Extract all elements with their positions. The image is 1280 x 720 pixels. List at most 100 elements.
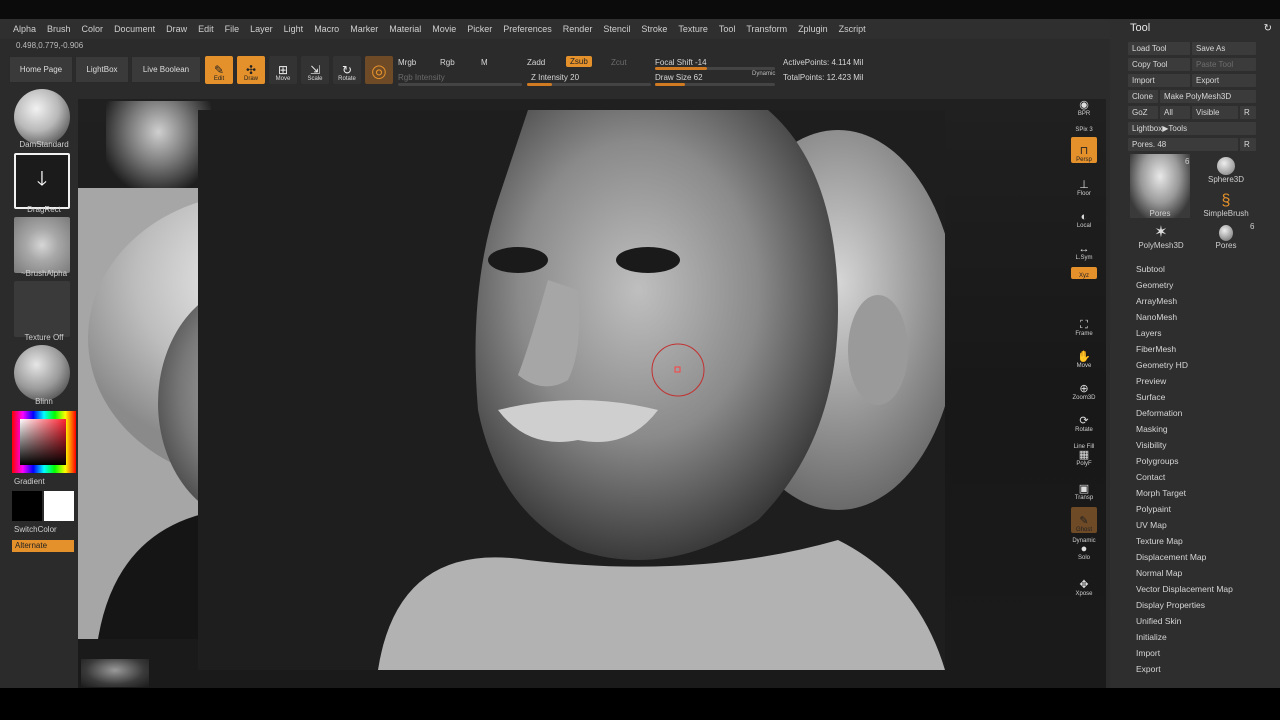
rgb-button[interactable]: Rgb: [440, 58, 455, 67]
goz-r-button[interactable]: R: [1240, 106, 1256, 119]
subpalette-normal-map[interactable]: Normal Map: [1136, 565, 1276, 581]
draw-size-slider[interactable]: Draw Size 62: [655, 73, 703, 82]
rgb-intensity-track[interactable]: [398, 83, 522, 86]
subpalette-masking[interactable]: Masking: [1136, 421, 1276, 437]
menu-texture[interactable]: Texture: [678, 24, 708, 34]
subpalette-displacement-map[interactable]: Displacement Map: [1136, 549, 1276, 565]
copy-tool-button[interactable]: Copy Tool: [1128, 58, 1190, 71]
paste-tool-button[interactable]: Paste Tool: [1192, 58, 1256, 71]
polyf-button[interactable]: Line Fill ▦ PolyF: [1071, 439, 1097, 467]
menu-zplugin[interactable]: Zplugin: [798, 24, 828, 34]
menu-render[interactable]: Render: [563, 24, 593, 34]
subpalette-display-properties[interactable]: Display Properties: [1136, 597, 1276, 613]
document-canvas[interactable]: [78, 99, 1106, 688]
bpr-button[interactable]: ◉ BPR: [1071, 91, 1097, 118]
subpalette-polypaint[interactable]: Polypaint: [1136, 501, 1276, 517]
zoom3d-button[interactable]: ⊕ Zoom3D: [1071, 375, 1097, 402]
lightbox-button[interactable]: LightBox: [75, 56, 129, 83]
menu-zscript[interactable]: Zscript: [839, 24, 866, 34]
tool-palette-header[interactable]: Tool ↻: [1110, 19, 1280, 37]
secondary-color-swatch[interactable]: [44, 491, 74, 521]
subpalette-visibility[interactable]: Visibility: [1136, 437, 1276, 453]
menu-material[interactable]: Material: [389, 24, 421, 34]
color-picker[interactable]: [12, 411, 76, 473]
subpalette-initialize[interactable]: Initialize: [1136, 629, 1276, 645]
menu-color[interactable]: Color: [82, 24, 104, 34]
tool-thumb-pores[interactable]: Pores: [1130, 154, 1190, 218]
menu-tool[interactable]: Tool: [719, 24, 736, 34]
load-tool-button[interactable]: Load Tool: [1128, 42, 1190, 55]
3d-viewport[interactable]: [198, 110, 945, 670]
z-intensity-track[interactable]: [527, 83, 651, 86]
z-intensity-slider[interactable]: Z Intensity 20: [531, 73, 579, 82]
ghost-button[interactable]: ✎ Ghost: [1071, 507, 1097, 533]
rgb-intensity-slider[interactable]: Rgb Intensity: [398, 73, 445, 82]
subpalette-geometry[interactable]: Geometry: [1136, 277, 1276, 293]
solo-button[interactable]: Dynamic ● Solo: [1071, 535, 1097, 561]
move-view-button[interactable]: ✋ Move: [1071, 343, 1097, 370]
tool-thumb-sphere3d[interactable]: Sphere3D: [1198, 154, 1254, 184]
menu-picker[interactable]: Picker: [467, 24, 492, 34]
menu-file[interactable]: File: [225, 24, 240, 34]
clone-button[interactable]: Clone: [1128, 90, 1158, 103]
import-button[interactable]: Import: [1128, 74, 1190, 87]
subpalette-preview[interactable]: Preview: [1136, 373, 1276, 389]
subpalette-morph-target[interactable]: Morph Target: [1136, 485, 1276, 501]
subpalette-subtool[interactable]: Subtool: [1136, 261, 1276, 277]
refresh-icon[interactable]: ↻: [1264, 23, 1272, 34]
goz-button[interactable]: GoZ: [1128, 106, 1158, 119]
focal-shift-slider[interactable]: Focal Shift -14: [655, 58, 707, 67]
menu-movie[interactable]: Movie: [432, 24, 456, 34]
m-button[interactable]: M: [481, 58, 488, 67]
subpalette-geometry-hd[interactable]: Geometry HD: [1136, 357, 1276, 373]
menu-stencil[interactable]: Stencil: [603, 24, 630, 34]
primary-color-swatch[interactable]: [12, 491, 42, 521]
subpalette-vector-displacement-map[interactable]: Vector Displacement Map: [1136, 581, 1276, 597]
mrgb-button[interactable]: Mrgb: [398, 58, 416, 67]
tool-thumb-pores-small[interactable]: Pores: [1198, 220, 1254, 250]
home-page-button[interactable]: Home Page: [9, 56, 73, 83]
export-button[interactable]: Export: [1192, 74, 1256, 87]
subpalette-export[interactable]: Export: [1136, 661, 1276, 677]
zadd-button[interactable]: Zadd: [527, 58, 545, 67]
draw-mode-button[interactable]: ✣ Draw: [237, 56, 265, 84]
tool-count-r-button[interactable]: R: [1240, 138, 1256, 151]
frame-button[interactable]: ⛶ Frame: [1071, 311, 1097, 338]
edit-mode-button[interactable]: ✎ Edit: [205, 56, 233, 84]
menu-macro[interactable]: Macro: [314, 24, 339, 34]
menu-brush[interactable]: Brush: [47, 24, 71, 34]
subpalette-fibermesh[interactable]: FiberMesh: [1136, 341, 1276, 357]
transp-button[interactable]: ▣ Transp: [1071, 475, 1097, 502]
rotate-mode-button[interactable]: ↻ Rotate: [333, 56, 361, 84]
tool-count-slider[interactable]: Pores. 48: [1128, 138, 1238, 151]
subpalette-texture-map[interactable]: Texture Map: [1136, 533, 1276, 549]
subpalette-import[interactable]: Import: [1136, 645, 1276, 661]
live-boolean-button[interactable]: Live Boolean: [131, 56, 201, 83]
floor-button[interactable]: ⊥ Floor: [1071, 171, 1097, 198]
menu-draw[interactable]: Draw: [166, 24, 187, 34]
spix-slider[interactable]: SPix 3: [1071, 119, 1097, 133]
alpha-picker[interactable]: [14, 217, 70, 273]
subpalette-arraymesh[interactable]: ArrayMesh: [1136, 293, 1276, 309]
brush-picker[interactable]: [14, 89, 70, 145]
subpalette-deformation[interactable]: Deformation: [1136, 405, 1276, 421]
menu-document[interactable]: Document: [114, 24, 155, 34]
color-saturation-square[interactable]: [20, 419, 66, 465]
stroke-picker[interactable]: 🡓: [14, 153, 70, 209]
material-swatch-button[interactable]: ◎: [365, 56, 393, 84]
material-picker[interactable]: [14, 345, 70, 401]
lsym-button[interactable]: ↔ L.Sym: [1071, 235, 1097, 262]
tool-thumb-simplebrush[interactable]: § SimpleBrush: [1198, 186, 1254, 219]
texture-picker[interactable]: [14, 281, 70, 337]
local-button[interactable]: ◐ Local: [1071, 203, 1097, 230]
menu-edit[interactable]: Edit: [198, 24, 214, 34]
make-polymesh3d-button[interactable]: Make PolyMesh3D: [1160, 90, 1256, 103]
persp-button[interactable]: ⊓ Persp: [1071, 137, 1097, 163]
move-mode-button[interactable]: ⊞ Move: [269, 56, 297, 84]
alternate-toggle[interactable]: Alternate: [12, 540, 74, 552]
zcut-button[interactable]: Zcut: [611, 58, 627, 67]
menu-stroke[interactable]: Stroke: [641, 24, 667, 34]
subpalette-polygroups[interactable]: Polygroups: [1136, 453, 1276, 469]
goz-all-button[interactable]: All: [1160, 106, 1190, 119]
subpalette-contact[interactable]: Contact: [1136, 469, 1276, 485]
